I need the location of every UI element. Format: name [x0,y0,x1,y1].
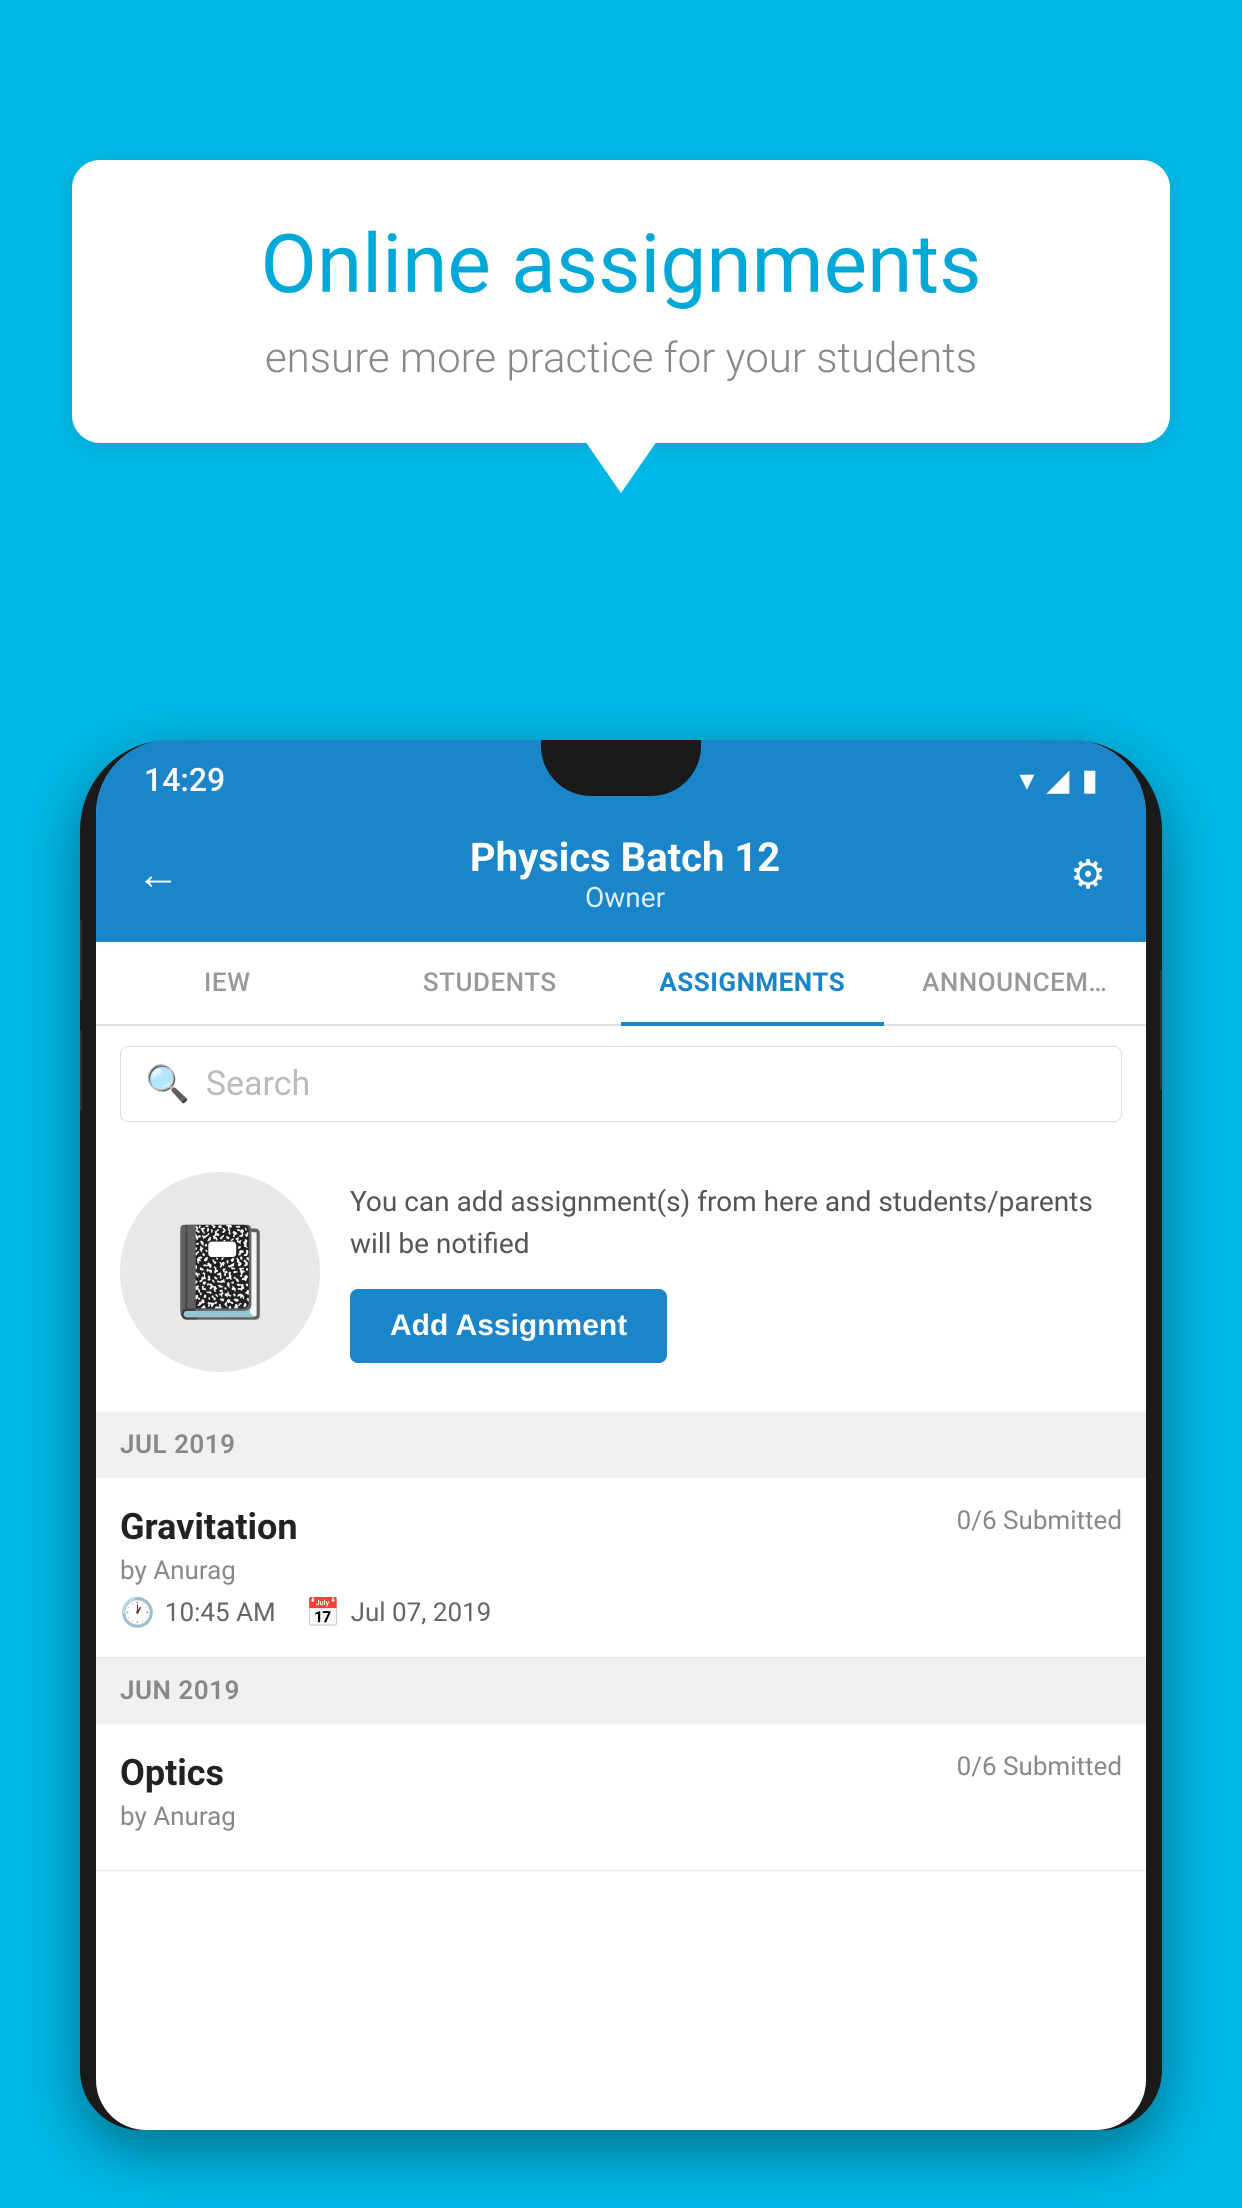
calendar-icon: 📅 [306,1596,341,1629]
assignment-date: 📅 Jul 07, 2019 [306,1596,492,1629]
status-icons: ▾ ◢ ▮ [1019,763,1098,798]
tab-bar: IEW STUDENTS ASSIGNMENTS ANNOUNCEM… [96,942,1146,1026]
speech-bubble-box: Online assignments ensure more practice … [72,160,1170,443]
promo-description: You can add assignment(s) from here and … [350,1181,1122,1265]
add-assignment-button[interactable]: Add Assignment [350,1289,667,1363]
assignment-item-optics[interactable]: Optics 0/6 Submitted by Anurag [96,1724,1146,1871]
assignment-item-gravitation[interactable]: Gravitation 0/6 Submitted by Anurag 🕐 10… [96,1478,1146,1658]
assignment-meta: 🕐 10:45 AM 📅 Jul 07, 2019 [120,1596,1122,1629]
promo-icon-circle: 📓 [120,1172,320,1372]
notebook-icon: 📓 [164,1220,276,1325]
tab-assignments[interactable]: ASSIGNMENTS [621,942,884,1024]
promo-section: 📓 You can add assignment(s) from here an… [96,1142,1146,1412]
header-title: Physics Batch 12 [470,834,780,881]
header-center: Physics Batch 12 Owner [470,834,780,914]
promo-text-area: You can add assignment(s) from here and … [350,1181,1122,1363]
promo-subtitle: ensure more practice for your students [142,334,1100,383]
header-subtitle: Owner [470,881,780,914]
promo-title: Online assignments [142,220,1100,310]
assignment-submitted: 0/6 Submitted [957,1506,1122,1536]
app-header: ← Physics Batch 12 Owner ⚙ [96,810,1146,942]
speech-bubble-tail [585,441,657,493]
tab-announcements[interactable]: ANNOUNCEM… [884,942,1147,1024]
assignment-top-row-optics: Optics 0/6 Submitted [120,1752,1122,1794]
battery-icon: ▮ [1081,763,1098,798]
assignment-by-optics: by Anurag [120,1802,1122,1832]
volume-down-button [80,1030,82,1110]
assignment-title: Gravitation [120,1506,298,1548]
status-time: 14:29 [144,761,225,799]
wifi-icon: ▾ [1019,763,1034,798]
search-container: 🔍 Search [96,1026,1146,1142]
tab-students[interactable]: STUDENTS [359,942,622,1024]
assignment-submitted-optics: 0/6 Submitted [957,1752,1122,1782]
promo-card: Online assignments ensure more practice … [72,160,1170,493]
back-button[interactable]: ← [136,848,180,900]
phone-wrapper: 14:29 ▾ ◢ ▮ ← Physics Batch 12 Owner ⚙ [80,740,1162,2208]
assignment-top-row: Gravitation 0/6 Submitted [120,1506,1122,1548]
section-header-jul: JUL 2019 [96,1412,1146,1478]
assignment-time-value: 10:45 AM [165,1598,276,1628]
assignment-title-optics: Optics [120,1752,224,1794]
phone-frame: 14:29 ▾ ◢ ▮ ← Physics Batch 12 Owner ⚙ [80,740,1162,2130]
tab-iew[interactable]: IEW [96,942,359,1024]
clock-icon: 🕐 [120,1596,155,1629]
phone-screen: 14:29 ▾ ◢ ▮ ← Physics Batch 12 Owner ⚙ [96,740,1146,2130]
phone-notch [541,740,701,796]
assignment-date-value: Jul 07, 2019 [351,1598,492,1628]
section-header-jun: JUN 2019 [96,1658,1146,1724]
search-placeholder: Search [206,1064,310,1104]
assignment-time: 🕐 10:45 AM [120,1596,276,1629]
signal-icon: ◢ [1046,763,1069,798]
search-icon: 🔍 [145,1063,190,1105]
settings-icon[interactable]: ⚙ [1070,851,1106,898]
volume-up-button [80,920,82,1000]
search-bar[interactable]: 🔍 Search [120,1046,1122,1122]
assignment-by: by Anurag [120,1556,1122,1586]
power-button [1160,970,1162,1090]
